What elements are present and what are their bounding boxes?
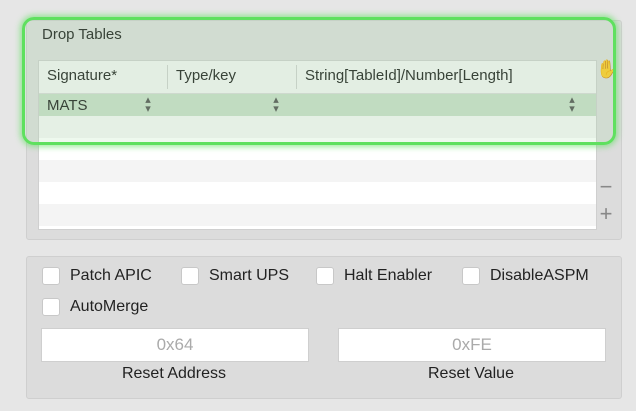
hand-drag-icon[interactable]: ✋ (596, 58, 618, 80)
checkbox-label: DisableASPM (490, 267, 589, 284)
plus-icon[interactable]: + (596, 203, 616, 225)
drop-tables-table[interactable]: Signature* Type/key String[TableId]/Numb… (38, 60, 597, 230)
checkbox-label: Halt Enabler (344, 267, 433, 284)
checkbox-box[interactable] (181, 267, 199, 285)
checkbox-box[interactable] (42, 298, 60, 316)
checkbox-box[interactable] (316, 267, 334, 285)
minus-icon[interactable]: − (596, 176, 616, 198)
reset-address-label: Reset Address (121, 365, 227, 382)
disable-aspm-checkbox[interactable]: DisableASPM (462, 267, 589, 285)
checkbox-label: Patch APIC (70, 267, 152, 284)
checkbox-label: Smart UPS (209, 267, 290, 284)
table-row-empty (39, 160, 596, 182)
column-separator (296, 65, 297, 89)
reset-value-field[interactable]: 0xFE (338, 328, 606, 362)
column-header-type-key[interactable]: Type/key (176, 67, 236, 84)
up-down-stepper-icon[interactable]: ▴ ▾ (142, 95, 154, 115)
patch-apic-checkbox[interactable]: Patch APIC (42, 267, 152, 285)
drop-tables-title: Drop Tables (42, 26, 122, 43)
smart-ups-checkbox[interactable]: Smart UPS (181, 267, 289, 285)
up-down-stepper-icon[interactable]: ▴ ▾ (270, 95, 282, 115)
checkbox-label: AutoMerge (70, 298, 149, 315)
table-row-empty (39, 204, 596, 226)
column-separator (167, 65, 168, 89)
column-header-signature[interactable]: Signature* (47, 67, 117, 84)
cell-signature[interactable]: MATS (47, 97, 88, 114)
automerge-checkbox[interactable]: AutoMerge (42, 298, 148, 316)
reset-address-field[interactable]: 0x64 (41, 328, 309, 362)
table-header: Signature* Type/key String[TableId]/Numb… (39, 61, 596, 94)
table-row[interactable]: MATS ▴ ▾ ▴ ▾ ▴ ▾ (39, 94, 596, 116)
table-row-empty (39, 182, 596, 204)
column-header-string-number[interactable]: String[TableId]/Number[Length] (305, 67, 513, 84)
table-row-empty (39, 116, 596, 138)
halt-enabler-checkbox[interactable]: Halt Enabler (316, 267, 432, 285)
checkbox-box[interactable] (462, 267, 480, 285)
up-down-stepper-icon[interactable]: ▴ ▾ (566, 95, 578, 115)
table-row-empty (39, 138, 596, 160)
checkbox-box[interactable] (42, 267, 60, 285)
reset-value-label: Reset Value (428, 365, 514, 382)
